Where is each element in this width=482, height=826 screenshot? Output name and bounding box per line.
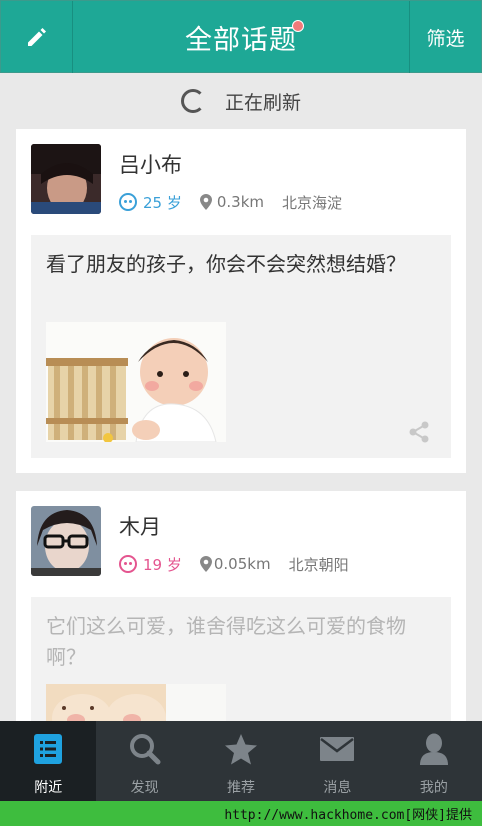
avatar[interactable]	[31, 506, 101, 576]
tab-label: 推荐	[227, 780, 256, 796]
location-pin-icon	[199, 556, 212, 572]
post-content[interactable]: 它们这么可爱，谁舍得吃这么可爱的食物啊？	[31, 597, 451, 731]
loading-spinner-icon	[180, 89, 205, 113]
user-name[interactable]: 吕小布	[119, 149, 182, 179]
post-image[interactable]	[46, 322, 226, 442]
search-icon	[127, 731, 163, 767]
tab-messages[interactable]: 消息	[289, 721, 385, 801]
distance-info: 0.05km	[199, 555, 271, 573]
post-text: 看了朋友的孩子，你会不会突然想结婚？	[46, 252, 406, 276]
pencil-icon	[27, 28, 46, 46]
mail-icon	[319, 731, 355, 767]
list-icon	[30, 731, 66, 767]
filter-button[interactable]: 筛选	[409, 1, 481, 73]
location-pin-icon	[199, 194, 212, 210]
female-face-icon	[119, 555, 137, 573]
tab-mine[interactable]: 我的	[386, 721, 482, 801]
tab-nearby[interactable]: 附近	[0, 721, 97, 801]
age-label: 19 岁	[143, 555, 182, 574]
location-label: 北京海淀	[282, 193, 343, 212]
tab-recommend[interactable]: 推荐	[193, 721, 289, 801]
person-icon	[416, 731, 452, 767]
share-icon[interactable]	[407, 420, 431, 444]
tab-label: 附近	[34, 780, 63, 796]
male-face-icon	[119, 193, 137, 211]
avatar[interactable]	[31, 144, 101, 214]
distance-label: 0.3km	[216, 193, 265, 211]
tab-discover[interactable]: 发现	[96, 721, 192, 801]
tab-label: 我的	[419, 780, 448, 796]
location-label: 北京朝阳	[288, 555, 349, 574]
user-meta: 25 岁 0.3km 北京海淀	[119, 191, 342, 213]
user-name[interactable]: 木月	[119, 511, 161, 541]
watermark-credit: http://www.hackhome.com[网侠]提供	[0, 801, 482, 826]
user-meta: 19 岁 0.05km 北京朝阳	[119, 553, 349, 575]
tab-label: 发现	[130, 780, 159, 796]
distance-label: 0.05km	[213, 555, 271, 573]
refresh-label: 正在刷新	[224, 91, 301, 114]
bottom-tab-bar: 附近 发现 推荐 消息 我的	[0, 721, 482, 801]
age-label: 25 岁	[143, 193, 182, 212]
post-card[interactable]: 木月 19 岁 0.05km 北京朝阳 它们这么可爱，谁舍得吃这么可爱的食物啊？	[16, 491, 466, 731]
compose-button[interactable]	[1, 1, 73, 73]
tab-label: 消息	[323, 780, 352, 796]
post-text: 它们这么可爱，谁舍得吃这么可爱的食物啊？	[46, 614, 406, 669]
refresh-indicator: 正在刷新	[0, 73, 482, 129]
post-content[interactable]: 看了朋友的孩子，你会不会突然想结婚？	[31, 235, 451, 458]
star-icon	[223, 731, 259, 767]
notification-dot	[292, 20, 304, 32]
distance-info: 0.3km	[199, 193, 265, 211]
post-card[interactable]: 吕小布 25 岁 0.3km 北京海淀 看了朋友的孩子，你会不会突然想结婚？	[16, 129, 466, 473]
age-info: 25 岁	[119, 192, 182, 213]
top-bar: 全部话题 筛选	[0, 0, 482, 73]
age-info: 19 岁	[119, 554, 182, 575]
